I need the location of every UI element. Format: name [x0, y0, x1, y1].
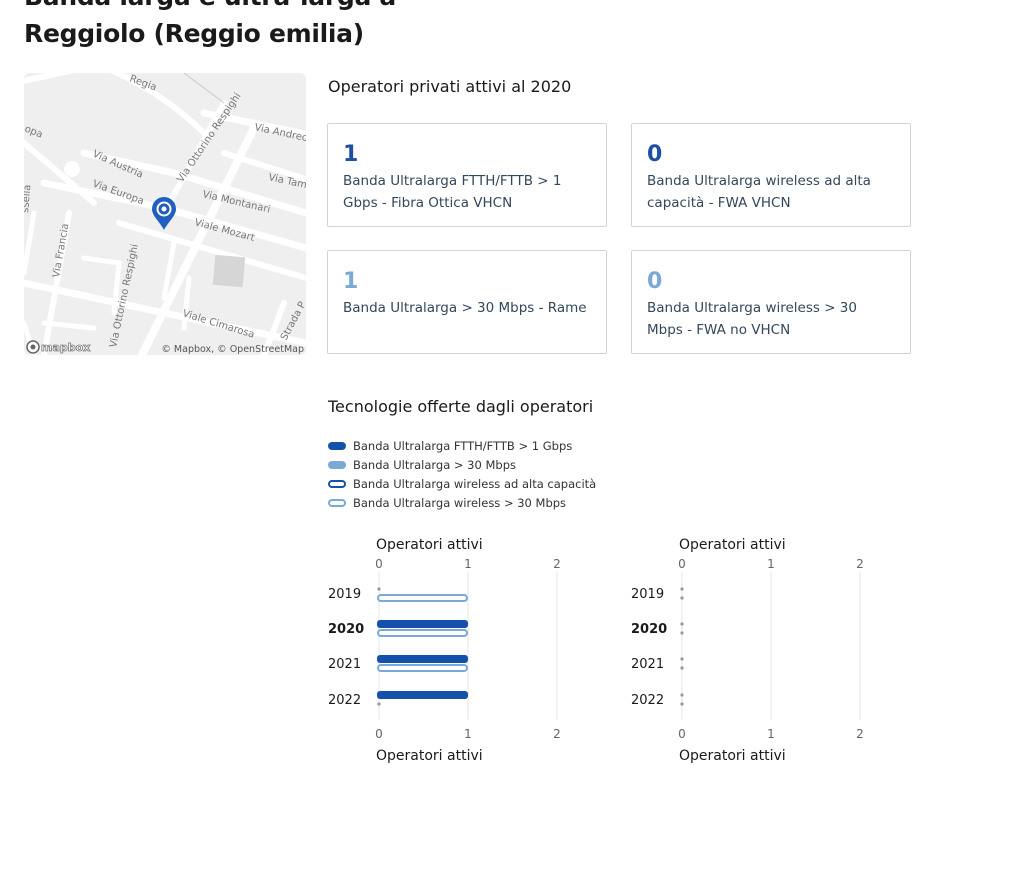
x-tick-label-bottom: 2 — [553, 727, 561, 741]
legend-item: Banda Ultralarga > 30 Mbps — [328, 455, 596, 474]
operator-card-value: 0 — [647, 269, 663, 294]
zero-value-marker — [680, 596, 684, 600]
mapbox-logo-text: mapbox — [41, 341, 90, 354]
operator-card-fwa-vhcn: 0 Banda Ultralarga wireless ad alta capa… — [631, 123, 911, 227]
x-axis-title-bottom: Operatori attivi — [376, 748, 483, 764]
legend-swatch — [328, 498, 346, 507]
bar — [377, 629, 468, 637]
operator-card-label: Banda Ultralarga FTTH/FTTB > 1 Gbps - Fi… — [343, 173, 562, 211]
zero-value-marker — [680, 631, 684, 635]
legend-label: Banda Ultralarga > 30 Mbps — [353, 457, 516, 472]
operator-card-rame: 1 Banda Ultralarga > 30 Mbps - Rame — [327, 250, 607, 354]
y-category-label: 2019 — [631, 587, 664, 602]
operator-card-fwa-no-vhcn: 0 Banda Ultralarga wireless > 30 Mbps - … — [631, 250, 911, 354]
operator-card-label: Banda Ultralarga > 30 Mbps - Rame — [343, 300, 587, 316]
x-tick-label-bottom: 0 — [375, 727, 383, 741]
x-tick-label-top: 2 — [553, 557, 561, 571]
map-canvas[interactable]: Regia Via Ottorino Respighi Via Andreoli… — [24, 73, 306, 355]
zero-value-marker — [377, 702, 381, 706]
bar — [377, 655, 468, 663]
legend-swatch — [328, 441, 346, 450]
y-category-label: 2020 — [328, 622, 364, 637]
bar — [377, 594, 468, 602]
zero-value-marker — [680, 702, 684, 706]
x-tick-label-bottom: 1 — [767, 727, 775, 741]
legend-item: Banda Ultralarga FTTH/FTTB > 1 Gbps — [328, 436, 596, 455]
mapbox-logo[interactable]: mapbox — [26, 340, 91, 354]
x-tick-label-top: 0 — [678, 557, 686, 571]
legend-item: Banda Ultralarga wireless ad alta capaci… — [328, 474, 596, 493]
location-map[interactable]: Regia Via Ottorino Respighi Via Andreoli… — [24, 73, 306, 355]
chart-legend: Banda Ultralarga FTTH/FTTB > 1 Gbps Band… — [328, 436, 596, 512]
operators-chart-right: Operatori attivi Operatori attivi 0 0 1 1 2 2 20… — [625, 532, 895, 772]
operators-section-title: Operatori privati attivi al 2020 — [328, 77, 572, 96]
operator-card-value: 0 — [647, 142, 663, 167]
zero-value-marker — [680, 666, 684, 670]
legend-item: Banda Ultralarga wireless > 30 Mbps — [328, 493, 596, 512]
zero-value-marker — [377, 587, 381, 591]
x-axis-title-top: Operatori attivi — [376, 537, 483, 553]
operator-card-label: Banda Ultralarga wireless ad alta capaci… — [647, 173, 871, 211]
operator-card-ftth: 1 Banda Ultralarga FTTH/FTTB > 1 Gbps - … — [327, 123, 607, 227]
bar — [377, 691, 468, 699]
zero-value-marker — [680, 693, 684, 697]
legend-swatch — [328, 479, 346, 488]
zero-value-marker — [680, 622, 684, 626]
legend-label: Banda Ultralarga FTTH/FTTB > 1 Gbps — [353, 438, 573, 453]
x-axis-title-bottom: Operatori attivi — [679, 748, 786, 764]
bar — [377, 620, 468, 628]
y-category-label: 2021 — [328, 657, 361, 672]
operator-card-value: 1 — [343, 142, 359, 167]
x-tick-label-bottom: 1 — [464, 727, 472, 741]
y-category-label: 2019 — [328, 587, 361, 602]
chart-svg: Operatori attivi Operatori attivi 0 0 1 1 2 2 20… — [328, 537, 561, 764]
y-category-label: 2022 — [631, 693, 664, 708]
page-title: Banda larga e ultra-larga a Reggiolo (Re… — [24, 0, 396, 52]
chart-svg: Operatori attivi Operatori attivi 0 0 1 1 2 2 20… — [631, 537, 864, 764]
x-tick-label-top: 2 — [856, 557, 864, 571]
legend-label: Banda Ultralarga wireless > 30 Mbps — [353, 495, 567, 510]
y-category-label: 2021 — [631, 657, 664, 672]
operator-card-value: 1 — [343, 269, 359, 294]
bar — [377, 664, 468, 672]
legend-label: Banda Ultralarga wireless ad alta capaci… — [353, 476, 597, 491]
operator-card-label: Banda Ultralarga wireless > 30 Mbps - FW… — [647, 300, 857, 338]
x-tick-label-bottom: 0 — [678, 727, 686, 741]
page-title-line-1: Banda larga e ultra-larga a — [24, 0, 396, 15]
technologies-section-title: Tecnologie offerte dagli operatori — [328, 397, 594, 416]
operators-chart-left: Operatori attivi Operatori attivi 0 0 1 1 2 2 20… — [322, 532, 592, 772]
zero-value-marker — [680, 587, 684, 591]
x-tick-label-top: 1 — [767, 557, 775, 571]
y-category-label: 2020 — [631, 622, 667, 637]
y-category-label: 2022 — [328, 693, 361, 708]
map-attribution[interactable]: © Mapbox, © OpenStreetMap — [161, 344, 304, 355]
page-title-line-2: Reggiolo (Reggio emilia) — [24, 19, 364, 48]
zero-value-marker — [680, 657, 684, 661]
x-tick-label-top: 0 — [375, 557, 383, 571]
legend-swatch — [328, 460, 346, 469]
x-tick-label-top: 1 — [464, 557, 472, 571]
x-tick-label-bottom: 2 — [856, 727, 864, 741]
x-axis-title-top: Operatori attivi — [679, 537, 786, 553]
